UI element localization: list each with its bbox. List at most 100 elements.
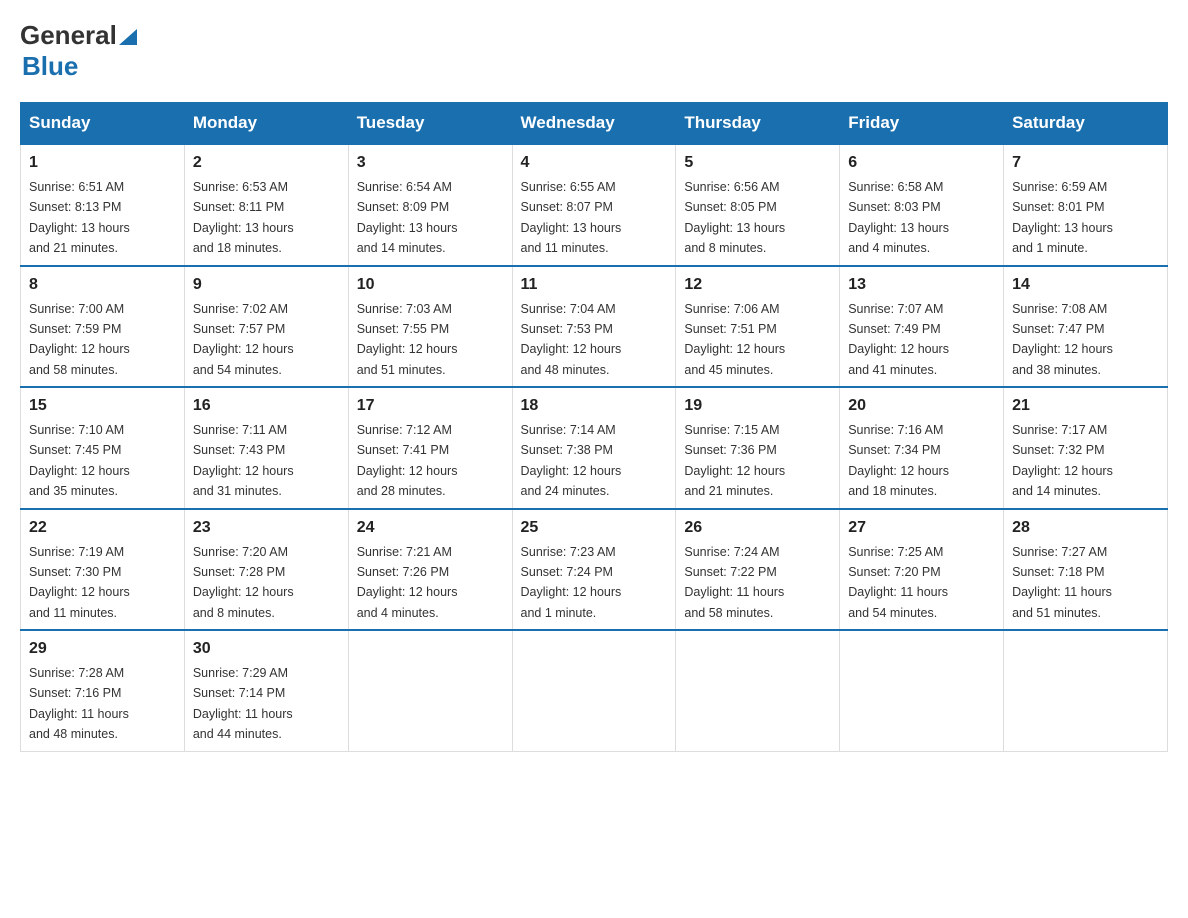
calendar-cell: 10 Sunrise: 7:03 AMSunset: 7:55 PMDaylig…	[348, 266, 512, 388]
day-number: 13	[848, 273, 995, 297]
calendar-cell: 28 Sunrise: 7:27 AMSunset: 7:18 PMDaylig…	[1004, 509, 1168, 631]
day-info: Sunrise: 7:20 AMSunset: 7:28 PMDaylight:…	[193, 545, 294, 620]
day-number: 12	[684, 273, 831, 297]
day-number: 8	[29, 273, 176, 297]
calendar-cell: 26 Sunrise: 7:24 AMSunset: 7:22 PMDaylig…	[676, 509, 840, 631]
logo-general: General	[20, 20, 117, 51]
calendar-cell: 19 Sunrise: 7:15 AMSunset: 7:36 PMDaylig…	[676, 387, 840, 509]
calendar-cell: 24 Sunrise: 7:21 AMSunset: 7:26 PMDaylig…	[348, 509, 512, 631]
calendar-cell: 11 Sunrise: 7:04 AMSunset: 7:53 PMDaylig…	[512, 266, 676, 388]
calendar-cell: 1 Sunrise: 6:51 AMSunset: 8:13 PMDayligh…	[21, 144, 185, 266]
calendar-cell: 4 Sunrise: 6:55 AMSunset: 8:07 PMDayligh…	[512, 144, 676, 266]
day-number: 1	[29, 151, 176, 175]
day-number: 16	[193, 394, 340, 418]
calendar-cell: 6 Sunrise: 6:58 AMSunset: 8:03 PMDayligh…	[840, 144, 1004, 266]
day-number: 10	[357, 273, 504, 297]
day-number: 19	[684, 394, 831, 418]
day-info: Sunrise: 7:23 AMSunset: 7:24 PMDaylight:…	[521, 545, 622, 620]
day-info: Sunrise: 6:54 AMSunset: 8:09 PMDaylight:…	[357, 180, 458, 255]
day-number: 6	[848, 151, 995, 175]
calendar-cell: 21 Sunrise: 7:17 AMSunset: 7:32 PMDaylig…	[1004, 387, 1168, 509]
calendar-cell: 13 Sunrise: 7:07 AMSunset: 7:49 PMDaylig…	[840, 266, 1004, 388]
day-info: Sunrise: 7:24 AMSunset: 7:22 PMDaylight:…	[684, 545, 784, 620]
calendar-cell: 9 Sunrise: 7:02 AMSunset: 7:57 PMDayligh…	[184, 266, 348, 388]
day-number: 21	[1012, 394, 1159, 418]
day-info: Sunrise: 7:16 AMSunset: 7:34 PMDaylight:…	[848, 423, 949, 498]
logo-blue: Blue	[22, 51, 78, 81]
day-number: 14	[1012, 273, 1159, 297]
day-number: 2	[193, 151, 340, 175]
day-info: Sunrise: 7:11 AMSunset: 7:43 PMDaylight:…	[193, 423, 294, 498]
day-info: Sunrise: 7:29 AMSunset: 7:14 PMDaylight:…	[193, 666, 293, 741]
day-info: Sunrise: 7:06 AMSunset: 7:51 PMDaylight:…	[684, 302, 785, 377]
day-number: 29	[29, 637, 176, 661]
day-number: 9	[193, 273, 340, 297]
day-info: Sunrise: 6:53 AMSunset: 8:11 PMDaylight:…	[193, 180, 294, 255]
day-info: Sunrise: 7:27 AMSunset: 7:18 PMDaylight:…	[1012, 545, 1112, 620]
day-number: 15	[29, 394, 176, 418]
calendar-header-thursday: Thursday	[676, 103, 840, 145]
day-info: Sunrise: 7:25 AMSunset: 7:20 PMDaylight:…	[848, 545, 948, 620]
calendar-header-tuesday: Tuesday	[348, 103, 512, 145]
day-number: 17	[357, 394, 504, 418]
calendar-week-row: 22 Sunrise: 7:19 AMSunset: 7:30 PMDaylig…	[21, 509, 1168, 631]
day-number: 28	[1012, 516, 1159, 540]
calendar-header-row: SundayMondayTuesdayWednesdayThursdayFrid…	[21, 103, 1168, 145]
calendar-week-row: 29 Sunrise: 7:28 AMSunset: 7:16 PMDaylig…	[21, 630, 1168, 751]
day-number: 18	[521, 394, 668, 418]
calendar-header-friday: Friday	[840, 103, 1004, 145]
calendar-week-row: 8 Sunrise: 7:00 AMSunset: 7:59 PMDayligh…	[21, 266, 1168, 388]
calendar-cell	[840, 630, 1004, 751]
logo: General Blue	[20, 20, 139, 82]
day-info: Sunrise: 6:55 AMSunset: 8:07 PMDaylight:…	[521, 180, 622, 255]
day-info: Sunrise: 7:12 AMSunset: 7:41 PMDaylight:…	[357, 423, 458, 498]
day-number: 11	[521, 273, 668, 297]
calendar-cell: 15 Sunrise: 7:10 AMSunset: 7:45 PMDaylig…	[21, 387, 185, 509]
day-info: Sunrise: 6:56 AMSunset: 8:05 PMDaylight:…	[684, 180, 785, 255]
day-info: Sunrise: 7:10 AMSunset: 7:45 PMDaylight:…	[29, 423, 130, 498]
calendar-cell	[512, 630, 676, 751]
day-number: 26	[684, 516, 831, 540]
day-info: Sunrise: 7:04 AMSunset: 7:53 PMDaylight:…	[521, 302, 622, 377]
calendar-cell: 22 Sunrise: 7:19 AMSunset: 7:30 PMDaylig…	[21, 509, 185, 631]
calendar-cell: 18 Sunrise: 7:14 AMSunset: 7:38 PMDaylig…	[512, 387, 676, 509]
day-number: 7	[1012, 151, 1159, 175]
calendar-cell	[1004, 630, 1168, 751]
day-info: Sunrise: 6:51 AMSunset: 8:13 PMDaylight:…	[29, 180, 130, 255]
calendar-table: SundayMondayTuesdayWednesdayThursdayFrid…	[20, 102, 1168, 752]
page-header: General Blue	[20, 20, 1168, 82]
day-number: 5	[684, 151, 831, 175]
day-number: 25	[521, 516, 668, 540]
calendar-cell: 14 Sunrise: 7:08 AMSunset: 7:47 PMDaylig…	[1004, 266, 1168, 388]
day-info: Sunrise: 7:28 AMSunset: 7:16 PMDaylight:…	[29, 666, 129, 741]
logo-triangle-icon	[117, 25, 139, 47]
day-number: 24	[357, 516, 504, 540]
day-info: Sunrise: 7:03 AMSunset: 7:55 PMDaylight:…	[357, 302, 458, 377]
day-info: Sunrise: 6:58 AMSunset: 8:03 PMDaylight:…	[848, 180, 949, 255]
calendar-cell: 2 Sunrise: 6:53 AMSunset: 8:11 PMDayligh…	[184, 144, 348, 266]
calendar-cell: 25 Sunrise: 7:23 AMSunset: 7:24 PMDaylig…	[512, 509, 676, 631]
calendar-cell: 12 Sunrise: 7:06 AMSunset: 7:51 PMDaylig…	[676, 266, 840, 388]
calendar-cell: 17 Sunrise: 7:12 AMSunset: 7:41 PMDaylig…	[348, 387, 512, 509]
calendar-cell: 7 Sunrise: 6:59 AMSunset: 8:01 PMDayligh…	[1004, 144, 1168, 266]
day-info: Sunrise: 7:21 AMSunset: 7:26 PMDaylight:…	[357, 545, 458, 620]
day-info: Sunrise: 7:15 AMSunset: 7:36 PMDaylight:…	[684, 423, 785, 498]
calendar-header-wednesday: Wednesday	[512, 103, 676, 145]
day-info: Sunrise: 7:14 AMSunset: 7:38 PMDaylight:…	[521, 423, 622, 498]
calendar-cell: 8 Sunrise: 7:00 AMSunset: 7:59 PMDayligh…	[21, 266, 185, 388]
day-info: Sunrise: 7:17 AMSunset: 7:32 PMDaylight:…	[1012, 423, 1113, 498]
day-info: Sunrise: 7:19 AMSunset: 7:30 PMDaylight:…	[29, 545, 130, 620]
day-number: 3	[357, 151, 504, 175]
day-info: Sunrise: 7:00 AMSunset: 7:59 PMDaylight:…	[29, 302, 130, 377]
calendar-week-row: 1 Sunrise: 6:51 AMSunset: 8:13 PMDayligh…	[21, 144, 1168, 266]
calendar-cell: 30 Sunrise: 7:29 AMSunset: 7:14 PMDaylig…	[184, 630, 348, 751]
calendar-week-row: 15 Sunrise: 7:10 AMSunset: 7:45 PMDaylig…	[21, 387, 1168, 509]
day-number: 20	[848, 394, 995, 418]
calendar-cell: 5 Sunrise: 6:56 AMSunset: 8:05 PMDayligh…	[676, 144, 840, 266]
day-number: 22	[29, 516, 176, 540]
day-number: 23	[193, 516, 340, 540]
calendar-cell: 29 Sunrise: 7:28 AMSunset: 7:16 PMDaylig…	[21, 630, 185, 751]
calendar-cell: 3 Sunrise: 6:54 AMSunset: 8:09 PMDayligh…	[348, 144, 512, 266]
calendar-header-sunday: Sunday	[21, 103, 185, 145]
calendar-cell: 23 Sunrise: 7:20 AMSunset: 7:28 PMDaylig…	[184, 509, 348, 631]
